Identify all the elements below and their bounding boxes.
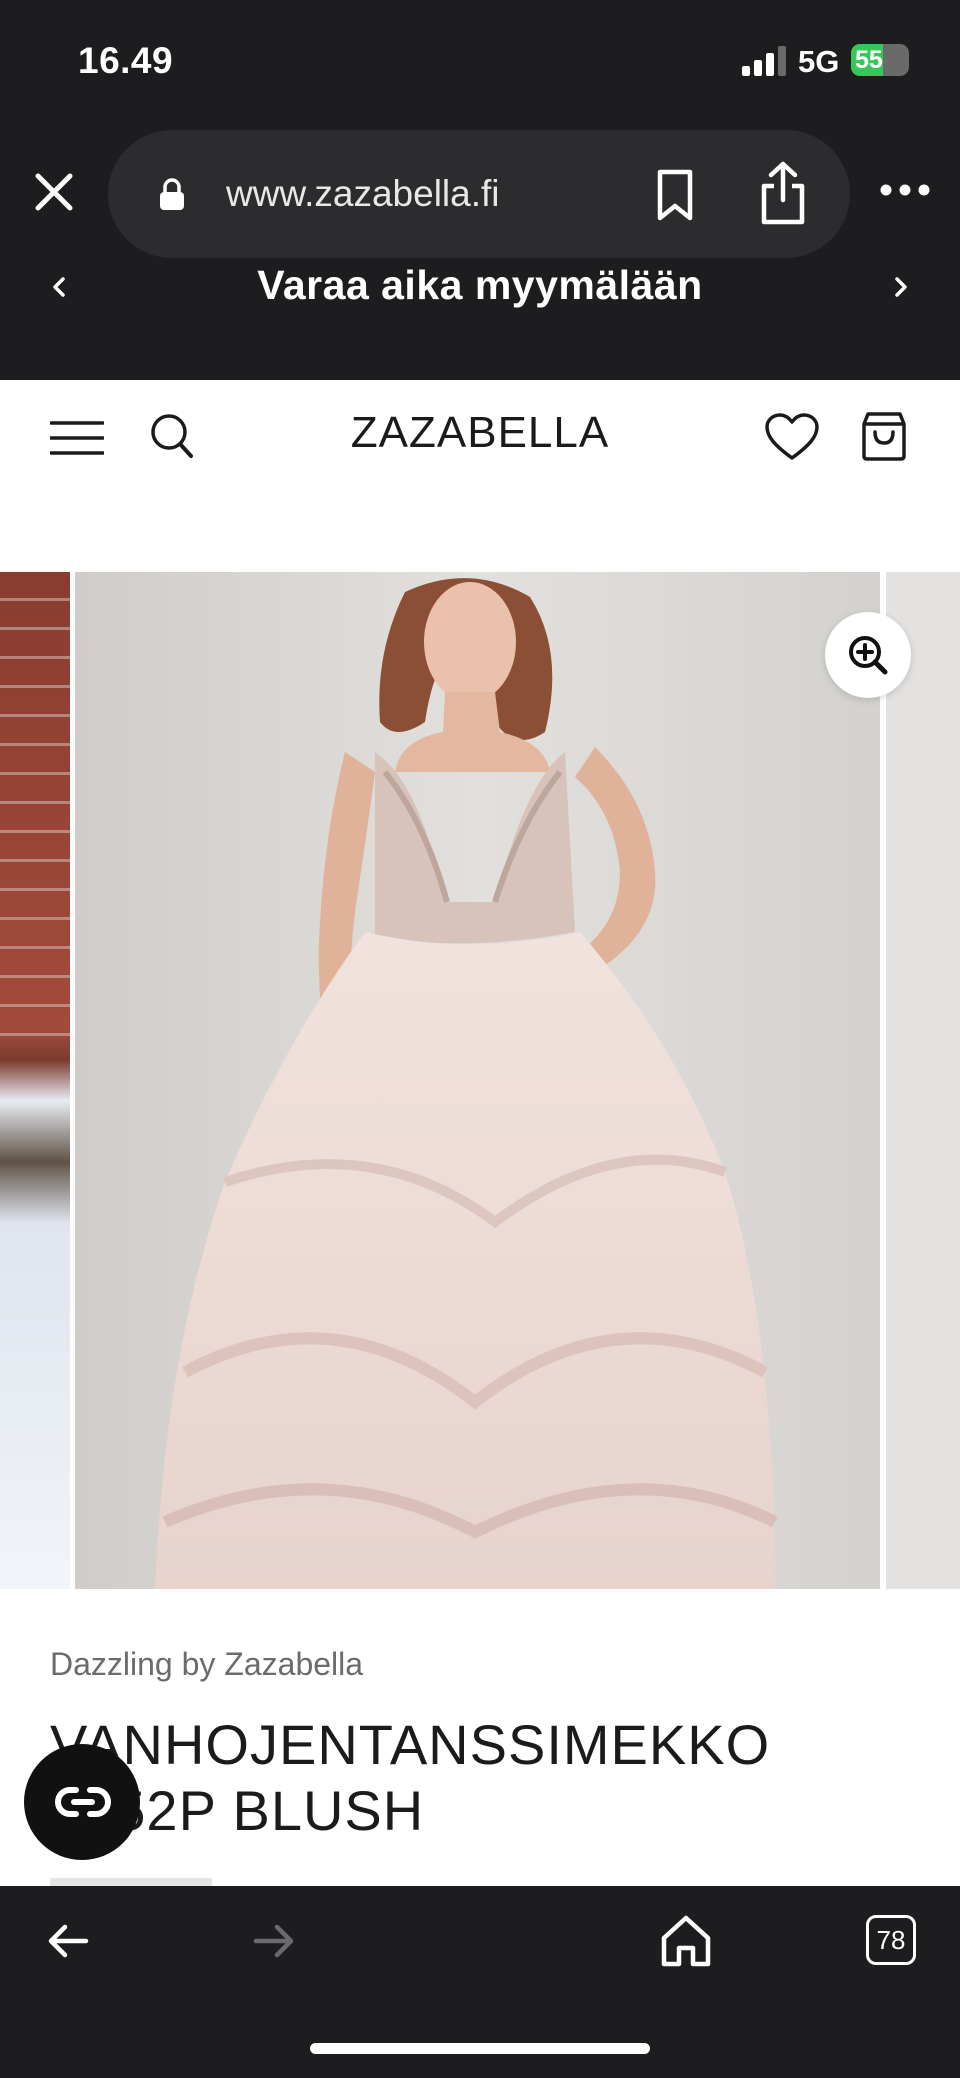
brick-wall-texture: [0, 572, 70, 1062]
promo-next-button[interactable]: [890, 276, 912, 298]
chevron-left-icon: [53, 277, 65, 297]
more-icon: [880, 184, 930, 196]
bookmark-icon: [657, 169, 693, 221]
product-brand[interactable]: Dazzling by Zazabella: [50, 1646, 363, 1683]
share-icon: [761, 161, 805, 225]
back-button[interactable]: [46, 1922, 90, 1960]
more-button[interactable]: [880, 183, 930, 197]
tabs-button[interactable]: 78: [866, 1915, 916, 1965]
back-arrow-icon: [48, 1924, 89, 1958]
divider: [50, 1878, 212, 1886]
product-title: VANHOJENTANSSIMEKKO 1452P BLUSH: [50, 1713, 771, 1842]
promo-banner-text[interactable]: Varaa aika myymälään: [0, 262, 960, 309]
next-product-image[interactable]: [886, 572, 960, 1589]
chevron-right-icon: [895, 277, 907, 297]
product-image-main[interactable]: [75, 572, 880, 1589]
forward-button[interactable]: [252, 1922, 296, 1960]
status-time: 16.49: [78, 40, 174, 81]
home-icon: [661, 1915, 711, 1967]
home-indicator: [310, 2043, 650, 2054]
bookmark-button[interactable]: [652, 168, 698, 222]
lock-icon: [158, 178, 186, 212]
close-icon: [35, 173, 73, 211]
promo-previous-button[interactable]: [48, 276, 70, 298]
battery-icon: 55: [851, 44, 909, 76]
share-button[interactable]: [758, 160, 808, 226]
home-button[interactable]: [660, 1914, 712, 1968]
heart-icon: [765, 413, 819, 460]
url-text[interactable]: www.zazabella.fi: [226, 173, 500, 215]
zoom-button[interactable]: [825, 612, 911, 698]
battery-level: 55: [855, 46, 883, 74]
shopping-bag-icon: [862, 412, 906, 461]
dress-photo: [75, 572, 880, 1589]
chat-button[interactable]: [24, 1744, 140, 1860]
network-type: 5G: [798, 44, 840, 79]
close-button[interactable]: [30, 168, 78, 216]
forward-arrow-icon: [253, 1924, 294, 1958]
cart-button[interactable]: [858, 410, 910, 462]
product-gallery[interactable]: [0, 572, 960, 1589]
zoom-in-icon: [849, 636, 888, 675]
signal-strength-icon: [742, 46, 788, 76]
chat-icon: [55, 1787, 111, 1817]
wishlist-button[interactable]: [764, 412, 820, 462]
